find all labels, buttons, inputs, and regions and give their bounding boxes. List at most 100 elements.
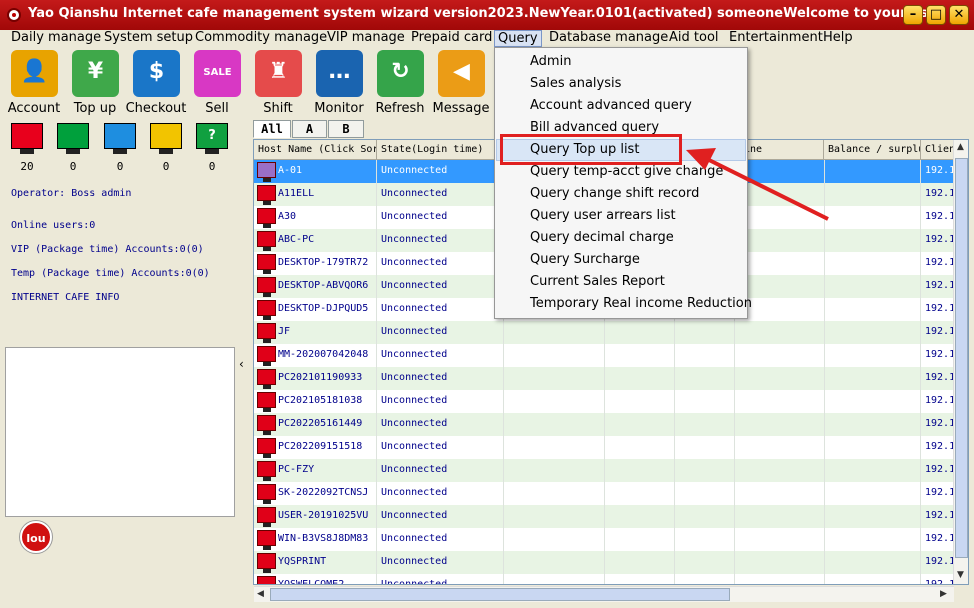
column-divider [604, 344, 605, 367]
vertical-scrollbar[interactable]: ▲ ▼ [953, 140, 968, 584]
table-row[interactable]: USER-20191025VU Unconnected 192.1 [254, 505, 968, 528]
menu-query[interactable]: Query [494, 30, 542, 47]
host-name-cell: PC202101190933 [254, 367, 377, 390]
menu-entertainment[interactable]: Entertainment [726, 30, 826, 47]
vip-accounts-text: VIP (Package time) Accounts:0(0) [11, 244, 204, 255]
unknown-monitor-icon[interactable]: ? [196, 123, 228, 154]
top-up-button[interactable]: ¥ Top up [63, 49, 127, 119]
left-panel: ? 20 0 0 0 0 Operator: Boss admin Online… [0, 119, 236, 608]
menu-item-query-decimal-charge[interactable]: Query decimal charge [496, 227, 746, 249]
table-row[interactable]: WIN-B3VS8J8DM83 Unconnected 192.1 [254, 528, 968, 551]
table-row[interactable]: YQSPRINT Unconnected 192.1 [254, 551, 968, 574]
temp-monitor-icon[interactable] [150, 123, 182, 154]
menu-aid-tool[interactable]: Aid tool [666, 30, 722, 47]
host-name-cell: JF [254, 321, 377, 344]
menu-database-manage[interactable]: Database manage [546, 30, 671, 47]
sell-button[interactable]: SALE Sell [185, 49, 249, 119]
account-button[interactable]: 👤 Account [2, 49, 66, 119]
column-divider [734, 367, 735, 390]
temp-accounts-text: Temp (Package time) Accounts:0(0) [11, 268, 210, 279]
table-row[interactable]: PC202105181038 Unconnected 192.1 [254, 390, 968, 413]
host-name-cell: SK-2022092TCNSJ [254, 482, 377, 505]
table-row[interactable]: PC202205161449 Unconnected 192.1 [254, 413, 968, 436]
menu-item-sales-analysis[interactable]: Sales analysis [496, 73, 746, 95]
temp-count: 0 [162, 160, 170, 173]
menu-item-query-surcharge[interactable]: Query Surcharge [496, 249, 746, 271]
scroll-down-icon[interactable]: ▼ [957, 570, 964, 580]
col-state[interactable]: State(Login time) [377, 140, 504, 160]
column-divider [604, 528, 605, 551]
offline-monitor-icon[interactable] [11, 123, 43, 154]
column-divider [604, 574, 605, 584]
table-row[interactable]: YQSWELCOME2 Unconnected 192.1 [254, 574, 968, 585]
table-row[interactable]: MM-202007042048 Unconnected 192.1 [254, 344, 968, 367]
maximize-button[interactable]: □ [926, 5, 946, 25]
state-cell: Unconnected [377, 528, 504, 551]
host-name-text: DESKTOP-179TR72 [278, 257, 369, 268]
panel-splitter[interactable]: ‹ [236, 119, 252, 608]
menu-prepaid-card[interactable]: Prepaid card [408, 30, 495, 47]
table-row[interactable]: JF Unconnected 192.1 [254, 321, 968, 344]
column-divider [824, 206, 825, 229]
column-divider [734, 482, 735, 505]
column-divider [674, 436, 675, 459]
checkout-button[interactable]: $ Checkout [124, 49, 188, 119]
close-button[interactable]: ✕ [949, 5, 969, 25]
horizontal-scroll-thumb[interactable] [270, 588, 730, 601]
scroll-right-icon[interactable]: ▶ [940, 589, 947, 599]
empty-cells [504, 390, 921, 413]
vip-count: 0 [116, 160, 124, 173]
refresh-button[interactable]: ↻ Refresh [368, 49, 432, 119]
state-cell: Unconnected [377, 298, 504, 321]
col-host-name[interactable]: Host Name (Click Sort [254, 140, 377, 160]
online-count: 0 [69, 160, 77, 173]
menu-system-setup[interactable]: System setup [101, 30, 196, 47]
menu-item-current-sales-report[interactable]: Current Sales Report [496, 271, 746, 293]
host-name-text: MM-202007042048 [278, 349, 369, 360]
vertical-scroll-thumb[interactable] [955, 158, 968, 558]
shift-button[interactable]: ♜ Shift [246, 49, 310, 119]
table-row[interactable]: PC202101190933 Unconnected 192.1 [254, 367, 968, 390]
host-name-text: YQSWELCOME2 [278, 579, 345, 585]
host-name-cell: PC-FZY [254, 459, 377, 482]
minimize-button[interactable]: – [903, 5, 923, 25]
tab-a[interactable]: A [292, 120, 327, 138]
message-button[interactable]: ◀ Message [429, 49, 493, 119]
empty-cells [504, 436, 921, 459]
column-divider [734, 436, 735, 459]
state-cell: Unconnected [377, 551, 504, 574]
scroll-up-icon[interactable]: ▲ [957, 142, 964, 152]
menu-vip-manage[interactable]: VIP manage [324, 30, 408, 47]
column-divider [674, 390, 675, 413]
tab-all[interactable]: All [253, 120, 291, 138]
menu-item-account-advanced-query[interactable]: Account advanced query [496, 95, 746, 117]
scroll-left-icon[interactable]: ◀ [257, 589, 264, 599]
column-divider [734, 321, 735, 344]
host-name-text: DESKTOP-ABVQOR6 [278, 280, 369, 291]
menu-daily-manage[interactable]: Daily manage [8, 30, 104, 47]
tab-b[interactable]: B [328, 120, 364, 138]
menu-item-admin[interactable]: Admin [496, 51, 746, 73]
menu-item-temporary-real-income-reduction[interactable]: Temporary Real income Reduction [496, 293, 752, 315]
horizontal-scrollbar[interactable]: ◀ ▶ [254, 586, 954, 602]
state-cell: Unconnected [377, 413, 504, 436]
menu-commodity-manage[interactable]: Commodity manage [192, 30, 330, 47]
menu-item-query-change-shift-record[interactable]: Query change shift record [496, 183, 746, 205]
column-divider [824, 505, 825, 528]
online-monitor-icon[interactable] [57, 123, 89, 154]
col-balance[interactable]: Balance / surplus [824, 140, 921, 160]
table-row[interactable]: PC-FZY Unconnected 192.1 [254, 459, 968, 482]
menu-item-query-user-arrears-list[interactable]: Query user arrears list [496, 205, 746, 227]
host-name-cell: USER-20191025VU [254, 505, 377, 528]
table-row[interactable]: SK-2022092TCNSJ Unconnected 192.1 [254, 482, 968, 505]
menu-help[interactable]: Help [820, 30, 856, 47]
monitor-button[interactable]: … Monitor [307, 49, 371, 119]
table-row[interactable]: PC202209151518 Unconnected 192.1 [254, 436, 968, 459]
host-name-text: PC202105181038 [278, 395, 363, 406]
sale-tag-icon: SALE [194, 50, 241, 97]
refresh-label: Refresh [375, 101, 425, 116]
collapse-arrow-icon[interactable]: ‹ [239, 357, 244, 371]
lou-logo: lou [20, 521, 52, 553]
vip-monitor-icon[interactable] [104, 123, 136, 154]
state-cell: Unconnected [377, 459, 504, 482]
